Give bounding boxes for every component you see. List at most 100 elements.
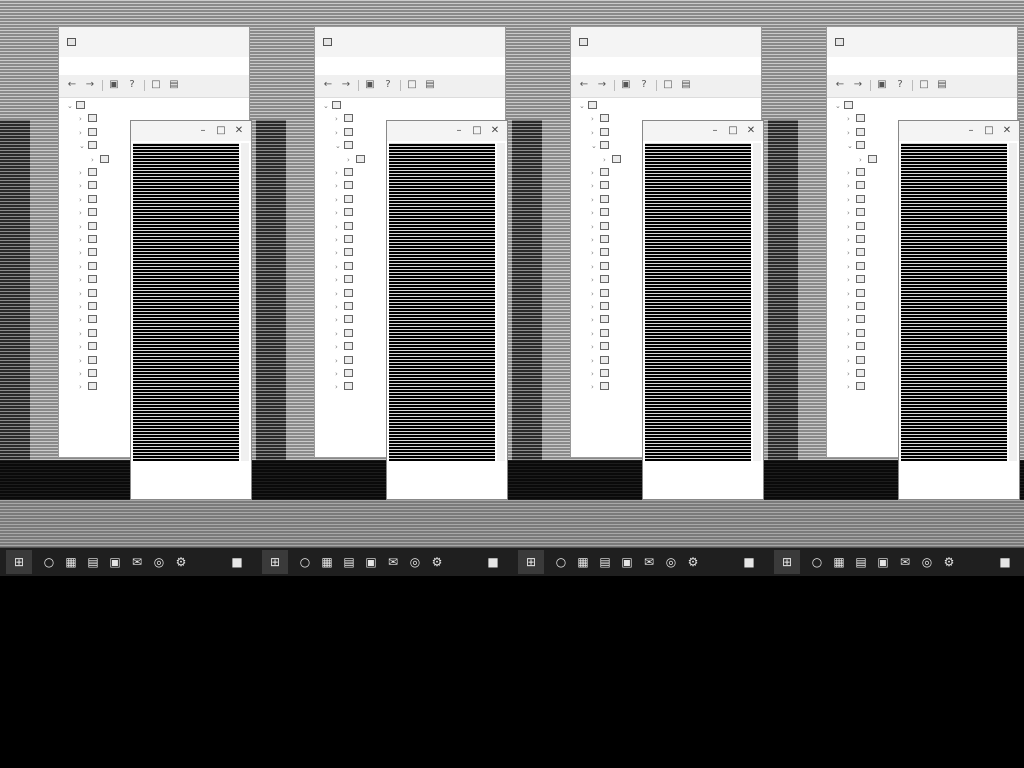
chevron-right-icon[interactable]: › [79, 381, 87, 394]
display-icon[interactable]: ▤ [423, 79, 437, 91]
chevron-right-icon[interactable]: › [335, 328, 343, 341]
chevron-right-icon[interactable]: › [591, 314, 599, 327]
start-button[interactable]: ⊞ [518, 550, 544, 574]
chevron-right-icon[interactable]: › [79, 247, 87, 260]
help-icon[interactable]: ? [893, 79, 907, 91]
chevron-right-icon[interactable]: › [847, 180, 855, 193]
mail-icon[interactable]: ✉ [128, 554, 146, 570]
back-icon[interactable]: ← [577, 79, 591, 91]
chevron-down-icon[interactable]: ⌄ [847, 140, 855, 153]
chevron-right-icon[interactable]: › [335, 368, 343, 381]
chevron-right-icon[interactable]: › [335, 381, 343, 394]
task-view-icon[interactable]: ▦ [318, 554, 336, 570]
terminal-icon[interactable]: ■ [228, 554, 246, 570]
chevron-right-icon[interactable]: › [847, 221, 855, 234]
chevron-right-icon[interactable]: › [847, 207, 855, 220]
chevron-right-icon[interactable]: › [335, 355, 343, 368]
chevron-right-icon[interactable]: › [591, 234, 599, 247]
close-icon[interactable]: ✕ [1001, 125, 1013, 136]
chevron-right-icon[interactable]: › [847, 127, 855, 140]
minimize-icon[interactable]: – [709, 125, 721, 136]
mail-icon[interactable]: ✉ [640, 554, 658, 570]
help-icon[interactable]: ? [637, 79, 651, 91]
file-explorer-icon[interactable]: ▤ [596, 554, 614, 570]
chevron-right-icon[interactable]: › [335, 221, 343, 234]
chevron-right-icon[interactable]: › [591, 328, 599, 341]
chevron-right-icon[interactable]: › [847, 194, 855, 207]
chevron-down-icon[interactable]: ⌄ [67, 100, 75, 113]
settings-icon[interactable]: ⚙ [940, 554, 958, 570]
chevron-right-icon[interactable]: › [79, 113, 87, 126]
chevron-right-icon[interactable]: › [91, 154, 99, 167]
back-icon[interactable]: ← [833, 79, 847, 91]
chevron-right-icon[interactable]: › [79, 355, 87, 368]
chevron-right-icon[interactable]: › [79, 328, 87, 341]
chevron-right-icon[interactable]: › [79, 274, 87, 287]
scan-icon[interactable]: □ [661, 79, 675, 91]
chevron-right-icon[interactable]: › [335, 180, 343, 193]
tree-item[interactable]: ⌄ [579, 99, 700, 112]
chevron-right-icon[interactable]: › [79, 167, 87, 180]
chevron-right-icon[interactable]: › [591, 274, 599, 287]
terminal-icon[interactable]: ■ [484, 554, 502, 570]
help-icon[interactable]: ? [125, 79, 139, 91]
maximize-icon[interactable]: □ [471, 125, 483, 136]
chevron-right-icon[interactable]: › [335, 194, 343, 207]
chevron-down-icon[interactable]: ⌄ [79, 140, 87, 153]
tree-item[interactable]: ⌄ [67, 99, 188, 112]
chevron-right-icon[interactable]: › [335, 234, 343, 247]
chevron-right-icon[interactable]: › [847, 113, 855, 126]
chevron-right-icon[interactable]: › [591, 207, 599, 220]
task-view-icon[interactable]: ▦ [62, 554, 80, 570]
chevron-down-icon[interactable]: ⌄ [323, 100, 331, 113]
chevron-right-icon[interactable]: › [591, 180, 599, 193]
chevron-right-icon[interactable]: › [591, 381, 599, 394]
task-view-icon[interactable]: ▦ [574, 554, 592, 570]
chevron-right-icon[interactable]: › [847, 261, 855, 274]
chevron-right-icon[interactable]: › [591, 113, 599, 126]
forward-icon[interactable]: → [339, 79, 353, 91]
tree-item[interactable]: ⌄ [835, 99, 956, 112]
properties-icon[interactable]: ▣ [619, 79, 633, 91]
display-icon[interactable]: ▤ [167, 79, 181, 91]
chevron-right-icon[interactable]: › [847, 247, 855, 260]
settings-icon[interactable]: ⚙ [684, 554, 702, 570]
browser-icon[interactable]: ◎ [662, 554, 680, 570]
properties-icon[interactable]: ▣ [363, 79, 377, 91]
chevron-right-icon[interactable]: › [335, 127, 343, 140]
scan-icon[interactable]: □ [149, 79, 163, 91]
vertical-scrollbar[interactable] [497, 143, 505, 461]
chevron-right-icon[interactable]: › [847, 328, 855, 341]
file-explorer-icon[interactable]: ▤ [852, 554, 870, 570]
search-icon[interactable]: ○ [552, 554, 570, 570]
chevron-right-icon[interactable]: › [79, 207, 87, 220]
store-icon[interactable]: ▣ [362, 554, 380, 570]
chevron-right-icon[interactable]: › [591, 355, 599, 368]
chevron-down-icon[interactable]: ⌄ [335, 140, 343, 153]
mail-icon[interactable]: ✉ [384, 554, 402, 570]
chevron-right-icon[interactable]: › [591, 341, 599, 354]
browser-icon[interactable]: ◎ [918, 554, 936, 570]
chevron-down-icon[interactable]: ⌄ [591, 140, 599, 153]
chevron-right-icon[interactable]: › [591, 247, 599, 260]
chevron-right-icon[interactable]: › [79, 261, 87, 274]
file-explorer-icon[interactable]: ▤ [84, 554, 102, 570]
chevron-right-icon[interactable]: › [591, 194, 599, 207]
chevron-right-icon[interactable]: › [79, 221, 87, 234]
chevron-right-icon[interactable]: › [335, 167, 343, 180]
chevron-right-icon[interactable]: › [847, 167, 855, 180]
minimize-icon[interactable]: – [197, 125, 209, 136]
chevron-right-icon[interactable]: › [79, 288, 87, 301]
chevron-right-icon[interactable]: › [847, 341, 855, 354]
chevron-right-icon[interactable]: › [335, 288, 343, 301]
chevron-right-icon[interactable]: › [335, 314, 343, 327]
display-icon[interactable]: ▤ [935, 79, 949, 91]
start-button[interactable]: ⊞ [774, 550, 800, 574]
close-icon[interactable]: ✕ [489, 125, 501, 136]
file-explorer-icon[interactable]: ▤ [340, 554, 358, 570]
back-icon[interactable]: ← [321, 79, 335, 91]
start-button[interactable]: ⊞ [262, 550, 288, 574]
chevron-right-icon[interactable]: › [335, 113, 343, 126]
chevron-right-icon[interactable]: › [847, 355, 855, 368]
chevron-right-icon[interactable]: › [79, 368, 87, 381]
